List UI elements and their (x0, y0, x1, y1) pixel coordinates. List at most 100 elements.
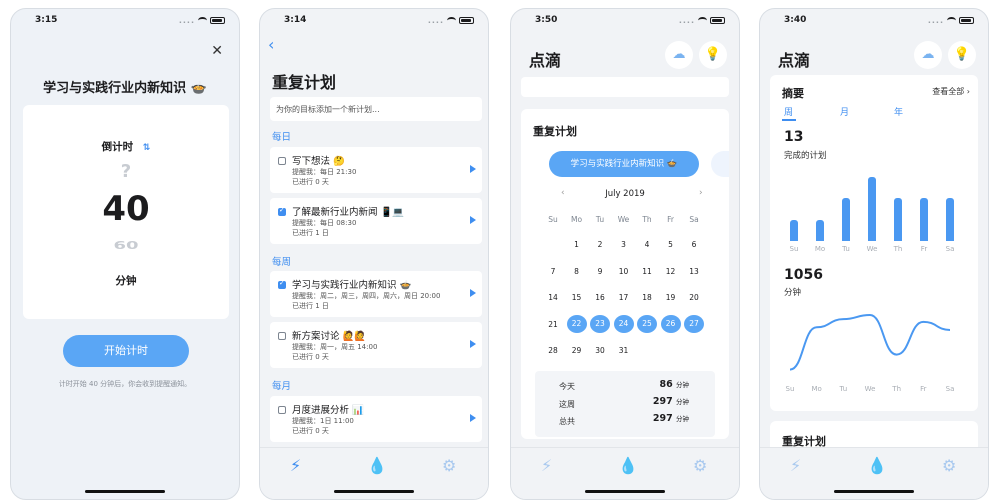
timer-screen: 3:15 .... ✕ 学习与实践行业内新知识 🍲 倒计时 ⇅ ? 40 60 … (10, 8, 240, 500)
stat-value: 297 分钟 (652, 396, 689, 407)
task-card[interactable]: 写下想法 🤔 提醒我：每日 21:30 已进行 0 天 (270, 147, 482, 193)
calendar-day[interactable]: 17 (614, 293, 634, 302)
drop-icon[interactable]: 💧 (367, 456, 387, 475)
weekday-label: Fr (667, 215, 674, 224)
stat-label: 这周 (559, 400, 575, 409)
drop-icon[interactable]: 💧 (867, 456, 887, 475)
calendar-day[interactable]: 13 (684, 267, 704, 276)
gear-icon[interactable]: ⚙ (442, 456, 456, 475)
line-axis-label: Su (785, 385, 795, 393)
play-icon[interactable] (470, 414, 476, 422)
close-icon[interactable]: ✕ (211, 43, 223, 59)
home-indicator[interactable] (834, 490, 914, 493)
weekday-label: Su (548, 215, 558, 224)
calendar-day[interactable]: 31 (614, 346, 634, 355)
app-title: 点滴 (529, 51, 562, 70)
calendar-day[interactable]: 5 (661, 240, 681, 249)
calendar-day[interactable]: 7 (543, 267, 563, 276)
calendar-card: 重复计划 学习与实践行业内新知识 🍲 ‹ July 2019 › Su Mo Tu W… (521, 109, 729, 439)
home-indicator[interactable] (334, 490, 414, 493)
calendar-day[interactable]: 9 (590, 267, 610, 276)
stat-value: 86 分钟 (659, 379, 689, 390)
task-card[interactable]: 了解最新行业内新闻 📱💻 提醒我：每日 08:30 已进行 1 日 (270, 198, 482, 244)
stat-label: 今天 (559, 382, 575, 391)
line-axis-label: We (864, 385, 876, 393)
drop-icon[interactable]: 💧 (618, 456, 638, 475)
calendar-day[interactable]: 16 (590, 293, 610, 302)
task-checkbox[interactable] (278, 279, 286, 289)
add-plan-placeholder: 为你的目标添加一个新计划... (276, 105, 380, 114)
task-card[interactable]: 新方案讨论 🙋🙋 提醒我：周一，周五 14:00 已进行 0 天 (270, 322, 482, 368)
calendar-day[interactable]: 11 (637, 267, 657, 276)
picker-value-below[interactable]: 60 (23, 239, 229, 252)
calendar-day[interactable]: 27 (684, 314, 704, 333)
task-reminder: 提醒我：周一，周五 14:00 (292, 343, 378, 351)
calendar-screen: 3:50 .... 点滴 ☁ 💡 重复计划 学习与实践行业内新知识 🍲 ‹ Ju… (510, 8, 740, 500)
task-progress: 已进行 0 天 (292, 427, 329, 435)
calendar-day[interactable]: 10 (614, 267, 634, 276)
weekday-label: We (617, 215, 630, 224)
timer-hint: 计时开始 40 分钟后，你会收到提醒通知。 (58, 380, 192, 388)
line-axis-label: Fr (920, 385, 927, 393)
calendar-day[interactable]: 15 (567, 293, 587, 302)
calendar-day[interactable]: 25 (637, 314, 657, 333)
play-icon[interactable] (470, 216, 476, 224)
task-title: 写下想法 🤔 (292, 156, 345, 167)
calendar-day[interactable]: 20 (684, 293, 704, 302)
status-time: 3:14 (284, 15, 307, 25)
battery-icon (459, 17, 474, 24)
home-indicator[interactable] (585, 490, 665, 493)
picker-value[interactable]: 40 (23, 189, 229, 229)
status-time: 3:15 (35, 15, 58, 25)
home-indicator[interactable] (85, 490, 165, 493)
calendar-day[interactable]: 24 (613, 314, 634, 333)
chevron-left-icon[interactable]: ‹ (268, 35, 274, 54)
play-icon[interactable] (470, 165, 476, 173)
calendar-grid: Su Mo Tu We Th Fr Sa 1 2 3 4 5 6 7 8 9 10 11 12 13 14 15 16 17 1… (521, 109, 729, 369)
swap-icon[interactable]: ⇅ (143, 143, 151, 153)
task-reminder: 提醒我：1日 11:00 (292, 417, 354, 425)
calendar-day[interactable]: 29 (567, 346, 587, 355)
weekday-label: Th (642, 215, 652, 224)
calendar-day[interactable]: 1 (567, 240, 587, 249)
picker-value-above[interactable]: ? (23, 161, 229, 182)
calendar-day[interactable]: 8 (567, 267, 587, 276)
calendar-day[interactable]: 14 (543, 293, 563, 302)
bolt-icon[interactable]: ⚡ (541, 456, 552, 475)
add-plan-input[interactable]: 为你的目标添加一个新计划... (270, 97, 482, 121)
calendar-day[interactable]: 26 (660, 314, 681, 333)
gear-icon[interactable]: ⚙ (942, 456, 956, 475)
play-icon[interactable] (470, 340, 476, 348)
bolt-icon[interactable]: ⚡ (790, 456, 801, 475)
task-card[interactable]: 学习与实践行业内新知识 🍲 提醒我：周二，周三，周四，周六，周日 20:00 已… (270, 271, 482, 317)
calendar-day[interactable]: 23 (590, 314, 610, 333)
bolt-icon[interactable]: ⚡ (290, 456, 301, 475)
task-progress: 已进行 0 天 (292, 178, 329, 186)
wifi-icon (447, 17, 456, 24)
lightbulb-icon[interactable]: 💡 (699, 41, 727, 69)
calendar-day[interactable]: 22 (566, 314, 587, 333)
task-checkbox[interactable] (278, 157, 286, 165)
calendar-day[interactable]: 12 (661, 267, 681, 276)
play-icon[interactable] (470, 289, 476, 297)
calendar-day[interactable]: 28 (543, 346, 563, 355)
task-checkbox[interactable] (278, 406, 286, 414)
calendar-day[interactable]: 4 (637, 240, 657, 249)
calendar-day[interactable]: 19 (661, 293, 681, 302)
task-progress: 已进行 1 日 (292, 229, 329, 237)
cloud-icon[interactable]: ☁ (665, 41, 693, 69)
calendar-day[interactable]: 3 (614, 240, 634, 249)
calendar-day[interactable]: 30 (590, 346, 610, 355)
task-title: 月度进展分析 📊 (292, 405, 364, 416)
timer-mode-label: 倒计时 (101, 141, 134, 153)
task-card[interactable]: 月度进展分析 📊 提醒我：1日 11:00 已进行 0 天 (270, 396, 482, 442)
calendar-day[interactable]: 21 (543, 320, 563, 329)
start-timer-button[interactable]: 开始计时 (63, 335, 189, 367)
repeat-screen: 3:14 .... ‹ 重复计划 为你的目标添加一个新计划... 每日 写下想法… (259, 8, 489, 500)
task-checkbox[interactable] (278, 206, 286, 216)
gear-icon[interactable]: ⚙ (693, 456, 707, 475)
calendar-day[interactable]: 2 (590, 240, 610, 249)
calendar-day[interactable]: 6 (684, 240, 704, 249)
calendar-day[interactable]: 18 (637, 293, 657, 302)
task-checkbox[interactable] (278, 332, 286, 340)
